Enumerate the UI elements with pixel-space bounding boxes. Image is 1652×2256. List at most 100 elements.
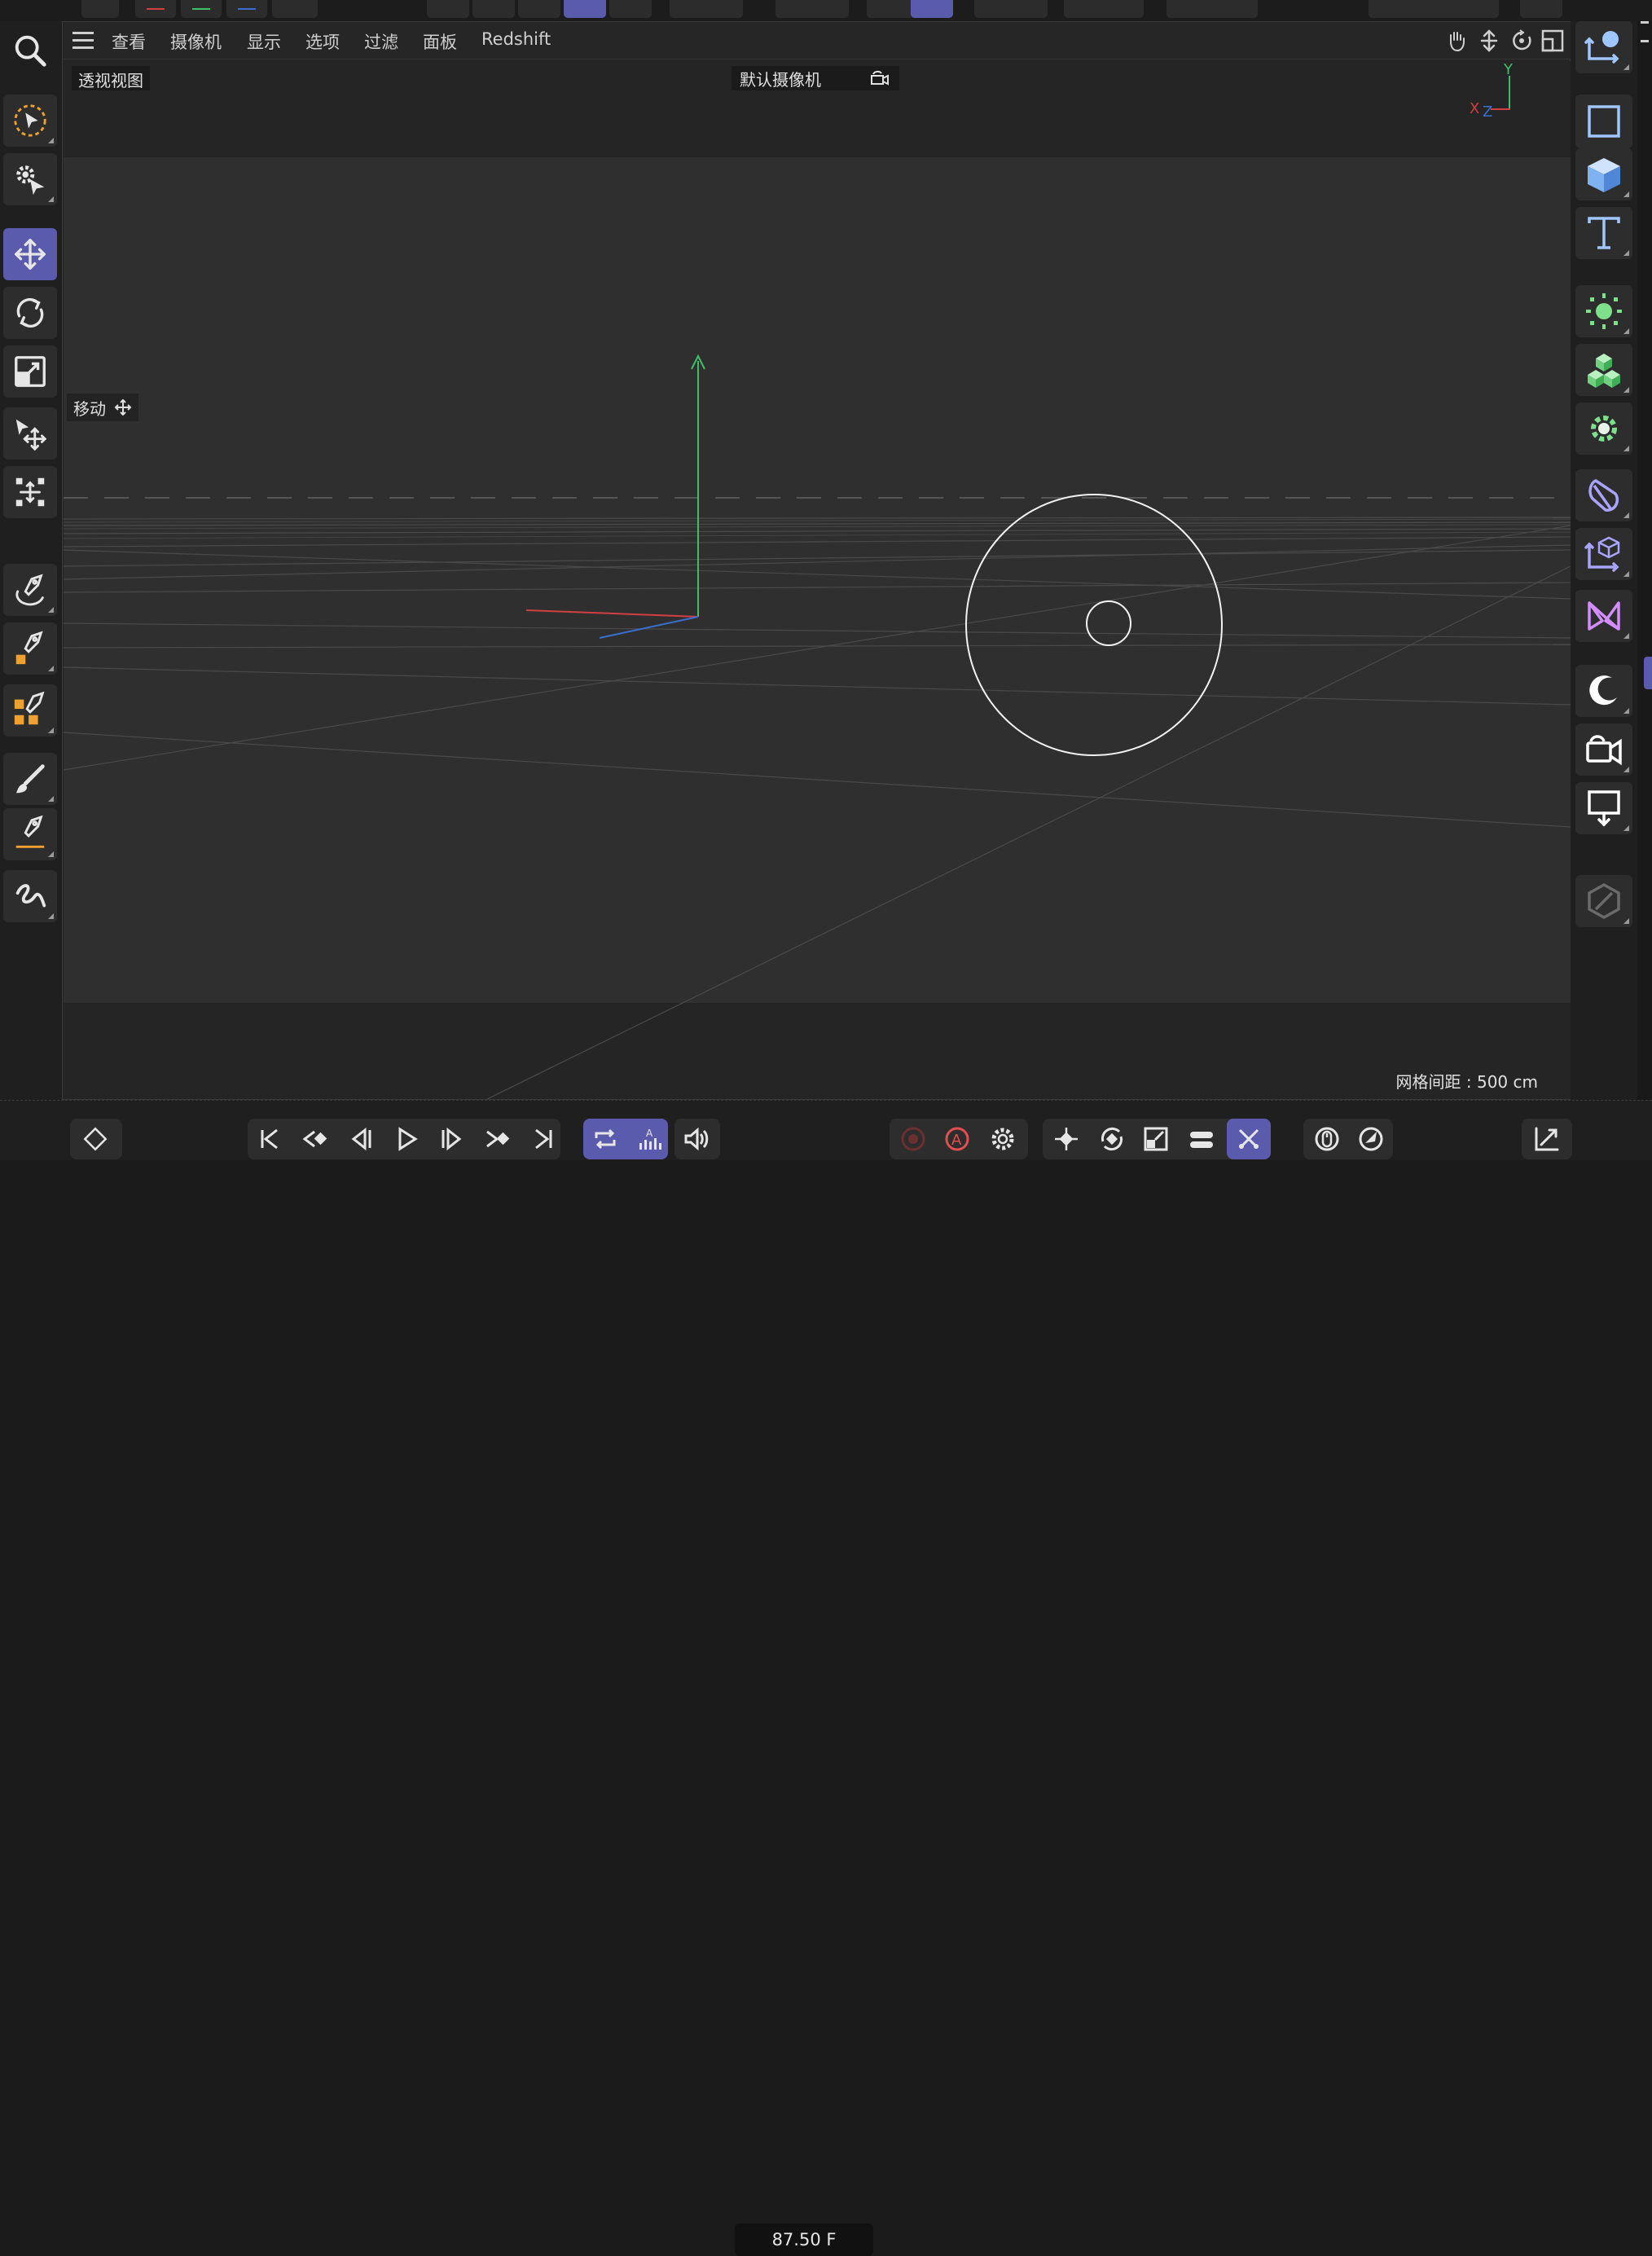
cube-icon[interactable] bbox=[1575, 148, 1632, 200]
workplane-icon[interactable] bbox=[867, 0, 953, 18]
undo-icon[interactable] bbox=[81, 0, 119, 18]
effector-gear-icon[interactable] bbox=[1575, 402, 1632, 455]
menu-display[interactable]: 显示 bbox=[247, 29, 281, 54]
uv-mode-icon[interactable] bbox=[609, 0, 652, 18]
model-mode-icon[interactable] bbox=[564, 0, 606, 18]
pen-cubes-icon[interactable] bbox=[3, 684, 57, 737]
autokey-icon[interactable]: A bbox=[937, 1119, 978, 1159]
keyframe-button[interactable] bbox=[70, 1119, 122, 1159]
loop-icon[interactable] bbox=[585, 1119, 626, 1159]
y-axis-lock-icon[interactable] bbox=[181, 0, 222, 18]
sound-icon[interactable] bbox=[676, 1119, 717, 1159]
rectangle-spline-icon[interactable] bbox=[1575, 95, 1632, 148]
menu-camera[interactable]: 摄像机 bbox=[170, 29, 222, 54]
menu-filter[interactable]: 过滤 bbox=[364, 29, 398, 54]
search-icon[interactable] bbox=[3, 24, 57, 77]
next-frame-icon[interactable] bbox=[432, 1119, 472, 1159]
tag-icon[interactable] bbox=[1575, 875, 1632, 927]
prev-frame-icon[interactable] bbox=[341, 1119, 381, 1159]
brush-icon[interactable] bbox=[3, 753, 57, 805]
axis-mode-icon[interactable] bbox=[670, 0, 743, 18]
top-toolbar bbox=[0, 0, 1652, 21]
x-axis-lock-icon[interactable] bbox=[135, 0, 176, 18]
record-icon[interactable] bbox=[893, 1119, 934, 1159]
symmetry-icon[interactable] bbox=[1064, 0, 1144, 18]
key-pos-icon[interactable] bbox=[1046, 1119, 1087, 1159]
play-icon[interactable] bbox=[386, 1119, 427, 1159]
key-rot-icon[interactable] bbox=[1092, 1119, 1132, 1159]
axis-gizmo: Y X Z bbox=[1458, 61, 1531, 123]
menu-panel[interactable]: 面板 bbox=[423, 29, 457, 54]
menu-view[interactable]: 查看 bbox=[112, 29, 146, 54]
dopesheet-icon[interactable]: A bbox=[629, 1119, 670, 1159]
move-small-icon bbox=[114, 398, 132, 416]
view-title[interactable]: 透视视图 bbox=[72, 66, 150, 90]
camera-icon[interactable] bbox=[1575, 723, 1632, 776]
axis-z-label: Z bbox=[1483, 103, 1493, 121]
sky-light-icon[interactable] bbox=[1575, 665, 1632, 717]
go-start-icon[interactable] bbox=[249, 1119, 290, 1159]
tweak-icon[interactable] bbox=[3, 153, 57, 205]
pen-arc-icon[interactable] bbox=[3, 564, 57, 616]
null-object-icon[interactable] bbox=[1575, 21, 1632, 73]
3d-viewport[interactable]: 透视视图 默认摄像机 移动 Y X Z 网格间距 : 500 cm bbox=[64, 61, 1571, 1099]
pen-line-icon[interactable] bbox=[3, 808, 57, 860]
field-object-icon[interactable] bbox=[1575, 528, 1632, 580]
transfer-move-icon[interactable] bbox=[3, 407, 57, 460]
menu-icon[interactable] bbox=[72, 32, 94, 50]
move-icon[interactable] bbox=[3, 228, 57, 280]
render-region-icon[interactable] bbox=[1167, 0, 1258, 18]
redshift-icon[interactable] bbox=[1520, 0, 1562, 18]
key-param-icon[interactable] bbox=[1181, 1119, 1222, 1159]
viewport-menubar: 查看 摄像机 显示 选项 过滤 面板 Redshift bbox=[63, 22, 1571, 59]
zoom-dolly-icon[interactable] bbox=[1477, 29, 1501, 53]
pen-fill-icon[interactable] bbox=[3, 622, 57, 675]
multi-move-icon[interactable] bbox=[3, 466, 57, 518]
points-mode-icon[interactable] bbox=[427, 0, 469, 18]
prev-key-icon[interactable] bbox=[295, 1119, 336, 1159]
inner-circle-object bbox=[1086, 600, 1131, 646]
camera-icon bbox=[871, 70, 889, 86]
motion-icon[interactable] bbox=[1307, 1119, 1347, 1159]
spline-sketch-icon[interactable] bbox=[3, 870, 57, 922]
camera-selector[interactable]: 默认摄像机 bbox=[732, 66, 899, 90]
z-axis-lock-icon[interactable] bbox=[226, 0, 267, 18]
render-buttons-icon[interactable] bbox=[1369, 0, 1499, 18]
menu-options[interactable]: 选项 bbox=[305, 29, 340, 54]
viewport-canvas[interactable] bbox=[64, 61, 1571, 1099]
maximize-view-icon[interactable] bbox=[1540, 29, 1565, 53]
key-settings-icon[interactable] bbox=[982, 1119, 1023, 1159]
camera-name: 默认摄像机 bbox=[740, 69, 821, 90]
menu-redshift[interactable]: Redshift bbox=[481, 29, 551, 49]
scale-icon[interactable] bbox=[3, 345, 57, 398]
expand-icon[interactable] bbox=[1527, 1119, 1567, 1159]
ghost-icon[interactable] bbox=[1351, 1119, 1391, 1159]
current-frame-field[interactable]: 87.50 F bbox=[735, 2223, 873, 2256]
next-key-icon[interactable] bbox=[477, 1119, 518, 1159]
text-icon[interactable] bbox=[1575, 207, 1632, 259]
rotate-icon[interactable] bbox=[3, 287, 57, 339]
live-selection-icon[interactable] bbox=[3, 95, 57, 147]
snap-icon[interactable] bbox=[775, 0, 849, 18]
edges-mode-icon[interactable] bbox=[472, 0, 515, 18]
voronoi-cubes-icon[interactable] bbox=[1575, 344, 1632, 396]
viewport-panel: 查看 摄像机 显示 选项 过滤 面板 Redshift 透视视图 默认摄像机 移… bbox=[62, 21, 1571, 1100]
axis-x-label: X bbox=[1470, 100, 1480, 117]
solo-icon[interactable] bbox=[974, 0, 1048, 18]
left-toolbar bbox=[0, 21, 62, 1160]
polygons-mode-icon[interactable] bbox=[518, 0, 560, 18]
axis-y-label: Y bbox=[1504, 61, 1513, 78]
orbit-icon[interactable] bbox=[1509, 29, 1534, 53]
pan-hand-icon[interactable] bbox=[1444, 29, 1469, 53]
floor-icon[interactable] bbox=[1575, 782, 1632, 834]
z-axis-handle bbox=[599, 616, 699, 639]
key-scale-icon[interactable] bbox=[1136, 1119, 1176, 1159]
cloner-icon[interactable] bbox=[1575, 285, 1632, 337]
coordinate-system-icon[interactable] bbox=[272, 0, 318, 18]
scene-node-icon[interactable] bbox=[1575, 590, 1632, 642]
key-pla-icon[interactable] bbox=[1228, 1119, 1269, 1159]
go-end-icon[interactable] bbox=[523, 1119, 564, 1159]
distant-grid bbox=[64, 518, 1571, 539]
deformer-icon[interactable] bbox=[1575, 469, 1632, 521]
animation-toolbar: A 87.50 F A bbox=[0, 1100, 1652, 2256]
